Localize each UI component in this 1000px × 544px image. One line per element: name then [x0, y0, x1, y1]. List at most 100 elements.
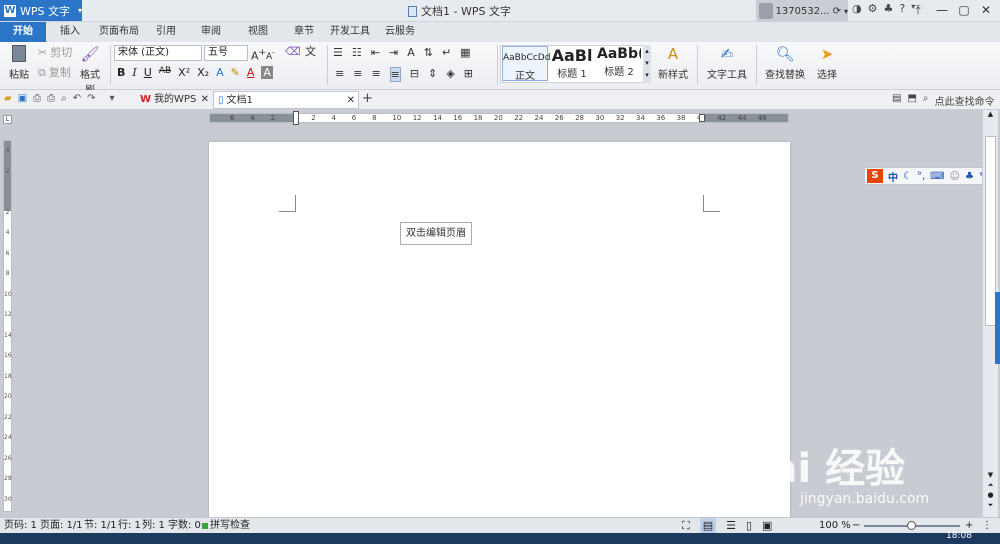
char-shading-icon[interactable]: A: [261, 66, 273, 79]
border-icon[interactable]: ⊞: [464, 67, 473, 82]
find-replace-button[interactable]: 🔍︎ 查找替换: [760, 45, 810, 81]
grow-font-icon[interactable]: A+: [251, 46, 266, 64]
paste-button[interactable]: 粘贴: [6, 45, 32, 81]
zoom-out-button[interactable]: −: [852, 518, 860, 533]
gear-icon[interactable]: ⚙: [868, 2, 878, 15]
text-direction-icon[interactable]: A: [407, 46, 415, 59]
shrink-font-icon[interactable]: A-: [266, 46, 275, 64]
show-marks-icon[interactable]: ↵: [442, 46, 451, 59]
strikethrough-icon[interactable]: AB: [159, 66, 171, 79]
ime-mode[interactable]: 中: [888, 169, 898, 184]
undo-icon[interactable]: ↶: [73, 93, 81, 104]
search-icon[interactable]: ⌕: [923, 93, 929, 108]
justify-icon[interactable]: ≡: [389, 67, 401, 82]
align-left-icon[interactable]: ≡: [335, 67, 344, 82]
vertical-ruler[interactable]: 4 2 2 4 6 8 10 12 14 16 18 20 22 24 26 28 30: [3, 140, 12, 512]
right-indent-marker[interactable]: [699, 114, 705, 122]
moon-icon[interactable]: ☾: [903, 171, 912, 182]
font-name-select[interactable]: 宋体 (正文): [114, 45, 202, 61]
underline-icon[interactable]: U: [144, 66, 152, 79]
subscript-icon[interactable]: X₂: [197, 66, 209, 79]
highlight-icon[interactable]: ✎: [231, 66, 240, 79]
align-center-icon[interactable]: ≡: [353, 67, 362, 82]
save-icon[interactable]: ▣: [18, 93, 27, 104]
tab-page-layout[interactable]: 页面布局: [94, 22, 144, 42]
close-button[interactable]: ✕: [974, 0, 998, 20]
font-size-select[interactable]: 五号: [204, 45, 248, 61]
open-icon[interactable]: ▰: [4, 93, 12, 104]
new-style-button[interactable]: A 新样式: [655, 45, 691, 81]
align-right-icon[interactable]: ≡: [371, 67, 380, 82]
cut-button[interactable]: ✂ 剪切: [38, 46, 72, 60]
ime-toolbar[interactable]: S 中 ☾ °, ⌨ ☺ ♣ ✎: [864, 167, 998, 185]
spell-check-toggle[interactable]: 拼写检查: [202, 518, 250, 533]
doc-tab-my-wps[interactable]: W 我的WPS ✕: [136, 91, 212, 109]
doc-tab-document-1[interactable]: ▯ 文档1 ✕: [213, 91, 359, 109]
style-heading-2[interactable]: AaBb( 标题 2: [597, 46, 641, 81]
table-icon[interactable]: ▦: [460, 46, 470, 59]
style-heading-1[interactable]: AaBl 标题 1: [550, 46, 594, 81]
tab-cloud[interactable]: 云服务: [380, 22, 420, 42]
print-icon[interactable]: ⎙: [47, 93, 55, 104]
tab-references[interactable]: 引用: [150, 22, 182, 42]
punctuation-icon[interactable]: °,: [917, 171, 925, 182]
redo-icon[interactable]: ↷: [87, 93, 95, 104]
web-view-icon[interactable]: ▣: [762, 518, 772, 533]
select-button[interactable]: ➤ 选择: [812, 45, 842, 81]
account-area[interactable]: 1370532... ⟳ ▾: [756, 0, 848, 22]
wps-app-menu-button[interactable]: W WPS 文字 ▾: [0, 0, 82, 21]
outline-view-icon[interactable]: ☰: [726, 518, 736, 533]
close-tab-icon[interactable]: ✕: [347, 92, 358, 108]
side-panel-toggle[interactable]: [995, 292, 1000, 364]
numbered-list-icon[interactable]: ☷: [352, 46, 362, 59]
zoom-slider-thumb[interactable]: [907, 521, 916, 530]
scroll-down-button[interactable]: ▼: [983, 470, 998, 480]
select-browse-icon[interactable]: ●: [983, 490, 998, 500]
copy-button[interactable]: ⧉ 复制: [38, 66, 71, 80]
distribute-icon[interactable]: ⊟: [410, 67, 419, 82]
status-more-icon[interactable]: ⋮: [982, 518, 992, 533]
shirt-icon[interactable]: ♣: [965, 171, 974, 182]
tab-list-icon[interactable]: ▤: [892, 93, 901, 108]
ruler-toggle[interactable]: L: [3, 115, 12, 124]
phonetic-icon[interactable]: 文: [305, 45, 316, 59]
shirt-icon[interactable]: ♣: [883, 2, 893, 15]
clear-format-icon[interactable]: ⌫: [285, 45, 301, 59]
indent-icon[interactable]: ⇥: [389, 46, 398, 59]
left-indent-marker[interactable]: [293, 111, 299, 125]
prev-page-icon[interactable]: ⏶: [983, 480, 998, 490]
tab-developer[interactable]: 开发工具: [328, 22, 372, 42]
style-gallery-scroll[interactable]: ▴ ▾ ▾: [643, 45, 651, 83]
fullscreen-icon[interactable]: ⛶: [682, 518, 690, 533]
restore-ribbon-button[interactable]: ⤒: [906, 0, 930, 20]
font-color-icon[interactable]: A: [247, 66, 255, 79]
italic-icon[interactable]: I: [132, 66, 136, 79]
format-painter-button[interactable]: 🖌 格式刷: [76, 45, 104, 96]
scroll-up-button[interactable]: ▲: [985, 110, 996, 121]
zoom-level[interactable]: 100 %: [819, 518, 851, 533]
text-tools-button[interactable]: ✍ 文字工具: [703, 45, 751, 81]
print-preview-icon[interactable]: ⌕: [61, 93, 67, 104]
line-spacing-icon[interactable]: ⇕: [428, 67, 437, 82]
tab-insert[interactable]: 插入: [52, 22, 88, 42]
sort-icon[interactable]: ⇅: [424, 46, 433, 59]
minimize-button[interactable]: —: [930, 0, 954, 20]
new-tab-button[interactable]: +: [362, 91, 373, 106]
shading-icon[interactable]: ◈: [446, 67, 454, 82]
search-command[interactable]: 点此查找命令: [935, 93, 995, 108]
tab-review[interactable]: 审阅: [195, 22, 227, 42]
chevron-down-icon[interactable]: ▾: [110, 93, 115, 104]
tab-view[interactable]: 视图: [242, 22, 274, 42]
text-effect-icon[interactable]: A: [216, 66, 224, 79]
edit-header-hint[interactable]: 双击编辑页眉: [400, 222, 472, 245]
export-icon[interactable]: ⎙: [33, 93, 41, 104]
help-icon[interactable]: ?: [899, 2, 905, 15]
skin-icon[interactable]: ◑: [852, 2, 862, 15]
bullet-list-icon[interactable]: ☰: [333, 46, 343, 59]
bold-icon[interactable]: B: [117, 66, 125, 79]
page-view-icon[interactable]: ▤: [699, 518, 717, 533]
maximize-button[interactable]: ▢: [952, 0, 976, 20]
superscript-icon[interactable]: X²: [178, 66, 190, 79]
keyboard-icon[interactable]: ⌨: [930, 171, 944, 182]
tab-home[interactable]: 开始: [0, 22, 46, 42]
